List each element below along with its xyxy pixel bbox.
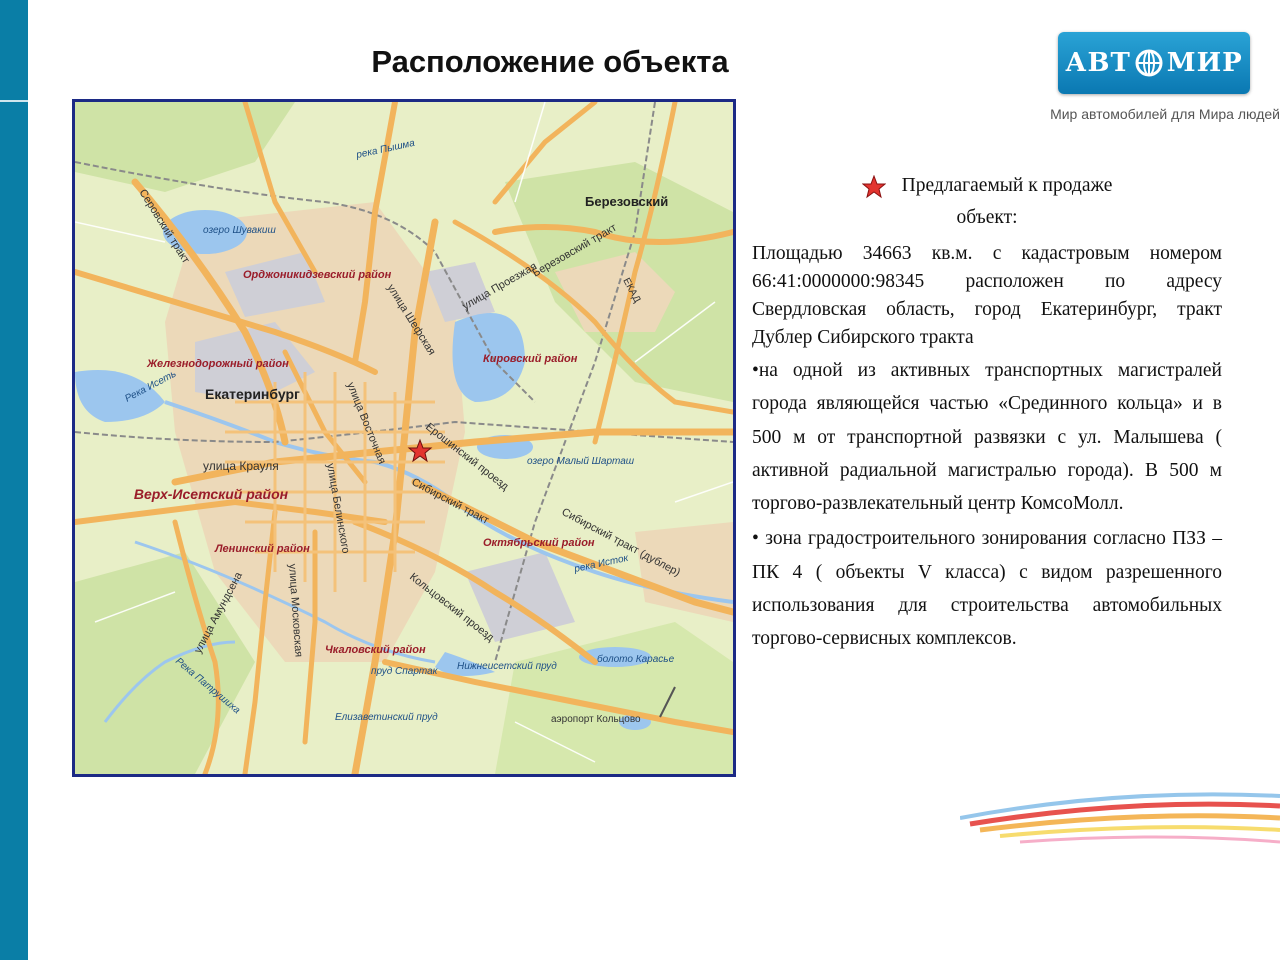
- map-label-ordzhonikidze: Орджоникидзевский район: [243, 269, 392, 281]
- side-accent-tick: [0, 100, 28, 102]
- side-accent-bar: [0, 0, 28, 960]
- map-label-ozero-maly-shartash: озеро Малый Шарташ: [527, 456, 635, 467]
- legend-label-line1: Предлагаемый к продаже: [901, 175, 1113, 196]
- logo-text-right: МИР: [1166, 48, 1243, 78]
- map-label-airport: аэропорт Кольцово: [551, 714, 641, 725]
- globe-icon: [1135, 49, 1163, 77]
- map-label-nizhneisetsky: Нижнеисетский пруд: [457, 661, 557, 672]
- map-label-leninsky: Ленинский район: [214, 543, 310, 555]
- map-label-berezovsky: Березовский: [585, 194, 668, 209]
- map-label-elizavetinsky: Елизаветинский пруд: [335, 712, 438, 723]
- decorative-swoosh: [960, 792, 1280, 844]
- avtomir-logo: АВТ МИР: [1058, 32, 1250, 94]
- description-bullet-2: • зона градостроительного зонирования со…: [752, 528, 1222, 650]
- description-paragraph: Площадью 34663 кв.м. с кадастровым номер…: [752, 243, 1222, 348]
- legend-row: Предлагаемый к продаже: [752, 170, 1222, 202]
- map-label-boloto: болото Карасье: [597, 653, 675, 665]
- map-label-oktyabrsky: Октябрьский район: [483, 537, 595, 549]
- logo-tagline: Мир автомобилей для Мира людей: [1050, 106, 1280, 122]
- star-icon: [861, 174, 886, 198]
- map-label-zheleznodorozhny: Железнодорожный район: [146, 358, 289, 370]
- map-label-prud-spartak: пруд Спартак: [371, 666, 439, 677]
- map-label-ul-krauly: улица Крауля: [203, 459, 279, 473]
- description-bullet-1: •на одной из активных транспортных магис…: [752, 360, 1222, 515]
- logo-text-left: АВТ: [1065, 48, 1131, 78]
- map-label-city: Екатеринбург: [205, 386, 300, 402]
- map-canvas: Верх-Исетский район Екатеринбург Березов…: [75, 102, 733, 774]
- description-panel: Предлагаемый к продаже объект: Площадью …: [752, 170, 1222, 656]
- map-label-ozero-shuvakish: озеро Шувакиш: [203, 225, 276, 236]
- legend-label-line2: объект:: [956, 207, 1018, 228]
- page-title: Расположение объекта: [371, 44, 729, 79]
- location-map[interactable]: Верх-Исетский район Екатеринбург Березов…: [72, 99, 736, 777]
- map-label-kirovsky: Кировский район: [483, 353, 578, 365]
- map-label-chkalovsky: Чкаловский район: [325, 644, 426, 656]
- map-label-verkh-isetsky: Верх-Исетский район: [134, 486, 289, 502]
